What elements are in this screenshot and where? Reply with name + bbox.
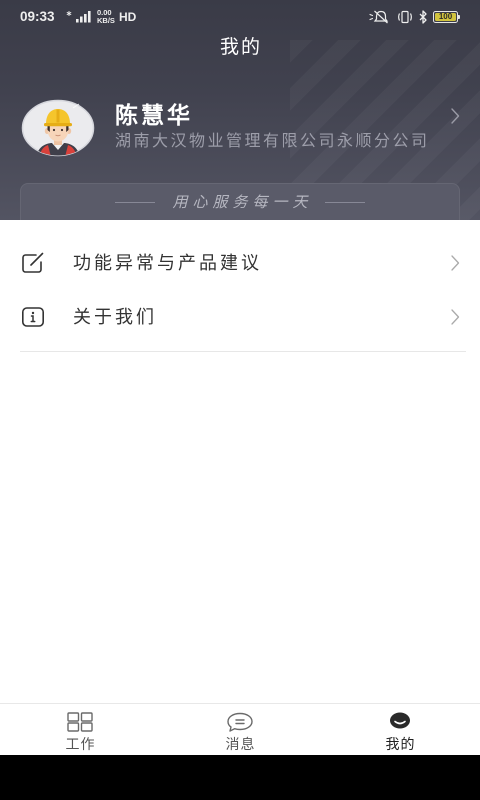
banner-divider-left [115, 201, 156, 203]
status-bar: 09:33 0.00 KB/S HD 100 [0, 0, 480, 34]
chevron-right-icon [451, 309, 460, 325]
menu-item-label: 功能异常与产品建议 [73, 253, 262, 273]
info-icon [21, 307, 44, 327]
tab-label: 工作 [65, 736, 96, 752]
edit-icon [22, 252, 44, 273]
settings-menu: 功能异常与产品建议 关于我们 [0, 236, 480, 344]
main-content: 功能异常与产品建议 关于我们 [0, 220, 480, 703]
tab-work[interactable]: 工作 [0, 704, 160, 755]
app-root: 09:33 0.00 KB/S HD 100 我的 陈慧华 湖南大汉物业管理有限… [0, 0, 480, 800]
tab-label: 我的 [385, 736, 416, 752]
page-title: 我的 [219, 37, 262, 58]
chevron-right-icon [451, 255, 460, 271]
profile-header: 09:33 0.00 KB/S HD 100 我的 陈慧华 湖南大汉物业管理有限… [0, 0, 480, 220]
silent-mode-icon [368, 10, 392, 24]
face-icon [388, 712, 412, 732]
grid-icon [67, 712, 93, 732]
bottom-tab-bar: 工作 消息 我的 [0, 703, 480, 755]
network-speed: 0.00 KB/S [97, 9, 117, 25]
status-time: 09:33 [20, 9, 55, 24]
profile-card[interactable]: 陈慧华 湖南大汉物业管理有限公司永顺分公司 [0, 96, 480, 160]
tab-mine[interactable]: 我的 [320, 704, 480, 755]
profile-name: 陈慧华 [115, 102, 193, 128]
battery-level: 100 [438, 12, 453, 21]
vibrate-icon [396, 10, 414, 24]
bluetooth-icon [418, 10, 428, 24]
profile-company: 湖南大汉物业管理有限公司永顺分公司 [115, 133, 430, 150]
hd-indicator: HD [119, 10, 137, 24]
chevron-right-icon [451, 108, 460, 124]
chat-bubble-icon [226, 712, 254, 732]
slogan-banner: 用心服务每一天 [20, 183, 460, 220]
tab-messages[interactable]: 消息 [160, 704, 320, 755]
banner-slogan: 用心服务每一天 [172, 193, 313, 211]
worker-avatar-icon [21, 99, 95, 157]
signal-icon [66, 10, 94, 23]
battery-fill: 100 [435, 13, 456, 21]
menu-item-label: 关于我们 [73, 307, 157, 327]
battery-icon: 100 [433, 11, 460, 23]
menu-item-feedback[interactable]: 功能异常与产品建议 [0, 236, 480, 290]
network-speed-unit: KB/S [97, 16, 115, 25]
system-navigation-bar [0, 755, 480, 800]
menu-divider [20, 351, 466, 352]
tab-label: 消息 [225, 736, 256, 752]
menu-item-about[interactable]: 关于我们 [0, 290, 480, 344]
banner-divider-right [324, 201, 365, 203]
